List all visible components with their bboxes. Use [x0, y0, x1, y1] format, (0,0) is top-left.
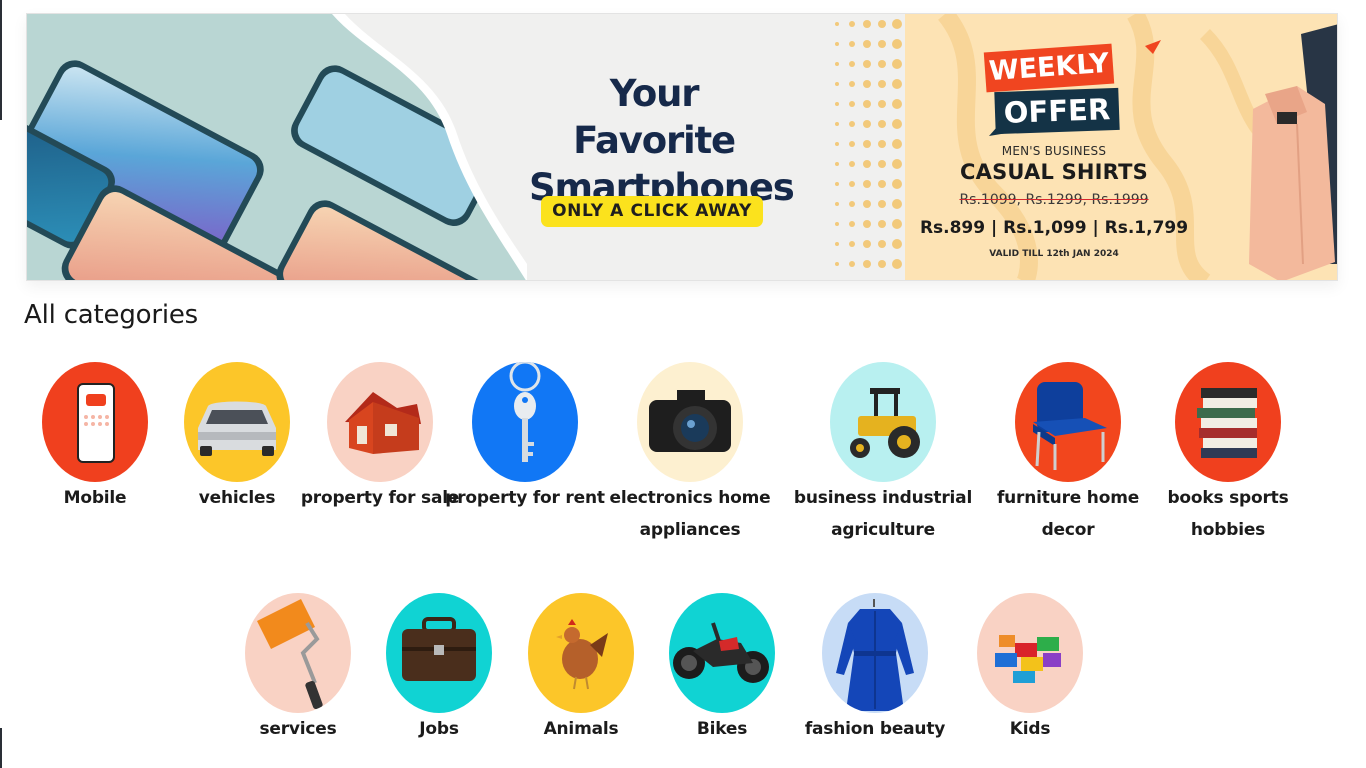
books-icon — [1175, 362, 1281, 482]
section-title: All categories — [24, 300, 198, 330]
cta-button[interactable]: ONLY A CLICK AWAY — [541, 196, 763, 227]
toy-blocks-icon — [977, 593, 1083, 713]
chair-icon — [1015, 362, 1121, 482]
category-label: Kids — [1009, 719, 1051, 739]
house-icon — [327, 362, 433, 482]
key-icon — [472, 362, 578, 482]
offer-validity: VALID TILL 12th JAN 2024 — [989, 249, 1119, 259]
weekly-offer-panel: WEEKLY OFFER MEN'S BUSINESS CASUAL SHIRT… — [905, 14, 1337, 280]
banner-headline: Your Favorite Smartphones — [529, 70, 795, 211]
chicken-icon — [528, 593, 634, 713]
motorbike-icon — [669, 593, 775, 713]
camera-icon — [637, 362, 743, 482]
category-label: electronics home appliances — [609, 488, 771, 540]
category-label: books sports hobbies — [1167, 488, 1289, 540]
offer-product: CASUAL SHIRTS — [960, 160, 1148, 184]
paint-roller-icon — [245, 593, 351, 713]
window-edge-top — [0, 0, 2, 120]
category-label: fashion beauty — [804, 719, 946, 739]
tractor-icon — [830, 362, 936, 482]
dress-icon — [822, 593, 928, 713]
offer-subheading: MEN'S BUSINESS — [1001, 144, 1107, 158]
offer-tag: OFFER — [994, 87, 1120, 135]
category-label: property for rent — [445, 488, 605, 508]
mobile-phone-icon — [42, 362, 148, 482]
briefcase-icon — [386, 593, 492, 713]
category-label: furniture home decor — [996, 488, 1140, 540]
category-label: business industrial agriculture — [793, 488, 973, 540]
phones-artwork — [27, 14, 527, 280]
car-icon — [184, 362, 290, 482]
headline-line-1: Your Favorite — [573, 72, 736, 162]
window-edge-bottom — [0, 728, 2, 768]
old-prices: Rs.1099, Rs.1299, Rs.1999 — [959, 192, 1149, 208]
offer-copy: WEEKLY OFFER MEN'S BUSINESS CASUAL SHIRT… — [905, 14, 1205, 280]
new-prices: Rs.899 | Rs.1,099 | Rs.1,799 — [919, 218, 1189, 238]
promo-banner[interactable]: Your Favorite Smartphones ONLY A CLICK A… — [26, 13, 1338, 281]
